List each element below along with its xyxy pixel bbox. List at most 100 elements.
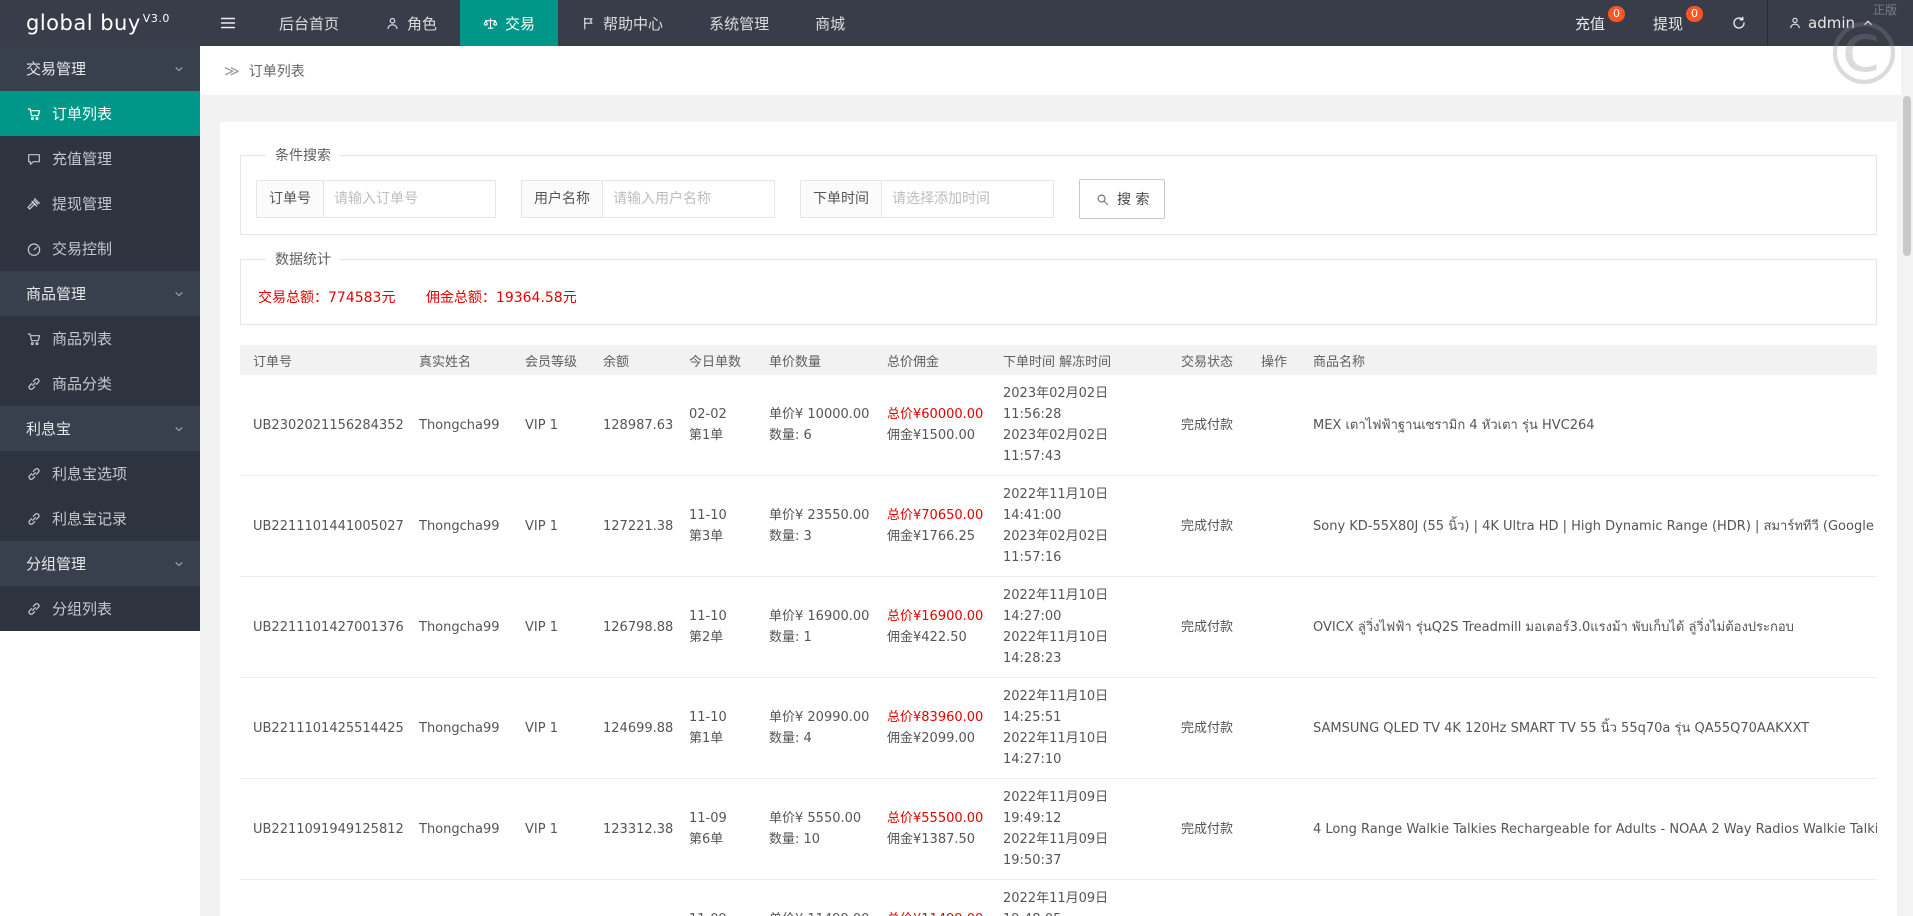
sidebar-item[interactable]: 分组管理 xyxy=(0,541,200,586)
search-field-group: 下单时间 xyxy=(800,180,1054,218)
chevron-down-icon xyxy=(173,558,185,570)
sidebar-item[interactable]: 交易控制 xyxy=(0,226,200,271)
column-header: 交易状态 xyxy=(1168,345,1248,375)
total-commission-cell: 总价¥60000.00 佣金¥1500.00 xyxy=(874,375,990,476)
real-name-cell: Thongcha99 xyxy=(406,778,512,880)
table-row: UB2211101427001376 Thongcha99 VIP 1 1267… xyxy=(240,576,1877,678)
link-icon xyxy=(26,601,42,617)
sidebar-item[interactable]: 订单列表 xyxy=(0,91,200,136)
nav-item[interactable]: 后台首页 xyxy=(256,0,362,46)
withdraw-badge: 0 xyxy=(1686,6,1703,22)
total-commission-cell: 总价¥70650.00 佣金¥1766.25 xyxy=(874,475,990,577)
content-area: 条件搜索 订单号 用户名称 下单时间 xyxy=(200,95,1913,916)
unit-qty-cell: 单价¥ 23550.00 数量: 3 xyxy=(756,475,874,577)
orders-table: 订单号 真实姓名 会员等级 余额 今日单数 单价数量 总价佣金 下单时间 解冻时间 交易状态 操作… xyxy=(240,345,1877,916)
vertical-scrollbar[interactable] xyxy=(1901,46,1913,916)
scrollbar-thumb[interactable] xyxy=(1903,96,1911,256)
refresh-icon xyxy=(1731,15,1747,31)
refresh-button[interactable] xyxy=(1717,0,1761,46)
column-header: 单价数量 xyxy=(756,345,874,375)
sidebar-item[interactable]: 商品列表 xyxy=(0,316,200,361)
column-header: 会员等级 xyxy=(512,345,590,375)
unit-qty-cell: 单价¥ 5550.00 数量: 10 xyxy=(756,778,874,880)
product-name-cell: Vivo V21 5G Ram 8+3GB Rom 256GB 6.44-inc… xyxy=(1300,879,1877,916)
comment-icon xyxy=(26,151,42,167)
product-name-cell: SAMSUNG QLED TV 4K 120Hz SMART TV 55 นิ้… xyxy=(1300,677,1877,779)
search-fields: 订单号 用户名称 下单时间 xyxy=(256,180,1079,218)
status-cell: 完成付款 xyxy=(1168,576,1248,678)
breadcrumb-icon: ≫ xyxy=(224,61,240,80)
total-commission-cell: 总价¥55500.00 佣金¥1387.50 xyxy=(874,778,990,880)
sidebar-item[interactable]: 充值管理 xyxy=(0,136,200,181)
breadcrumb: ≫ 订单列表 xyxy=(200,46,1913,95)
time-cell: 2022年11月10日 14:41:00 2023年02月02日 11:57:16 xyxy=(990,475,1168,577)
balance-cell: 126798.88 xyxy=(590,576,676,678)
today-orders-cell: 11-10 第1单 xyxy=(676,677,756,779)
real-name-cell: Thongcha99 xyxy=(406,475,512,577)
balance-cell: 128987.63 xyxy=(590,375,676,476)
nav-item[interactable]: 帮助中心 xyxy=(558,0,686,46)
withdraw-button[interactable]: 提现 0 xyxy=(1639,0,1717,46)
total-commission-cell: 总价¥83960.00 佣金¥2099.00 xyxy=(874,677,990,779)
today-orders-cell: 11-10 第2单 xyxy=(676,576,756,678)
action-cell xyxy=(1248,879,1300,916)
order-no-cell: UB2211091948051391 xyxy=(240,879,406,916)
sidebar-item[interactable]: 利息宝 xyxy=(0,406,200,451)
sidebar-item[interactable]: 分组列表 xyxy=(0,586,200,631)
time-cell: 2022年11月10日 14:25:51 2022年11月10日 14:27:10 xyxy=(990,677,1168,779)
nav-item[interactable]: 商城 xyxy=(792,0,868,46)
vip-level-cell: VIP 1 xyxy=(512,879,590,916)
order-no-cell: UB2211101427001376 xyxy=(240,576,406,678)
search-input[interactable] xyxy=(324,180,496,218)
recharge-label: 充值 xyxy=(1574,14,1605,33)
search-button[interactable]: 搜 索 xyxy=(1079,179,1166,219)
action-cell xyxy=(1248,475,1300,577)
nav-item[interactable]: 系统管理 xyxy=(686,0,792,46)
search-input[interactable] xyxy=(603,180,775,218)
unit-qty-cell: 单价¥ 16900.00 数量: 1 xyxy=(756,576,874,678)
real-name-cell: Thongcha99 xyxy=(406,879,512,916)
column-header: 余额 xyxy=(590,345,676,375)
chevron-down-icon xyxy=(173,288,185,300)
user-icon xyxy=(385,16,400,31)
sidebar-item[interactable]: 交易管理 xyxy=(0,46,200,91)
column-header: 真实姓名 xyxy=(406,345,512,375)
field-label: 下单时间 xyxy=(800,180,882,218)
gauge-icon xyxy=(26,241,42,257)
nav-item[interactable]: 交易 xyxy=(460,0,559,46)
field-label: 订单号 xyxy=(256,180,324,218)
unit-qty-cell: 单价¥ 20990.00 数量: 4 xyxy=(756,677,874,779)
search-legend: 条件搜索 xyxy=(275,148,331,164)
status-cell: 完成付款 xyxy=(1168,475,1248,577)
sidebar-item[interactable]: 提现管理 xyxy=(0,181,200,226)
search-input[interactable] xyxy=(882,180,1054,218)
withdraw-label: 提现 xyxy=(1652,14,1683,33)
cart-icon xyxy=(26,106,42,122)
time-cell: 2022年11月10日 14:27:00 2022年11月10日 14:28:23 xyxy=(990,576,1168,678)
link-icon xyxy=(26,466,42,482)
sidebar-item[interactable]: 利息宝选项 xyxy=(0,451,200,496)
table-row: UB2211101425514425 Thongcha99 VIP 1 1246… xyxy=(240,677,1877,779)
link-icon xyxy=(26,511,42,527)
order-no-cell: UB2211101425514425 xyxy=(240,677,406,779)
nav-item[interactable]: 角色 xyxy=(362,0,460,46)
sidebar-toggle-button[interactable] xyxy=(200,0,256,46)
hamburger-icon xyxy=(219,14,237,32)
table-row: UB2211091949125812 Thongcha99 VIP 1 1233… xyxy=(240,778,1877,880)
column-header: 总价佣金 xyxy=(874,345,990,375)
product-name-cell: 4 Long Range Walkie Talkies Rechargeable… xyxy=(1300,778,1877,880)
main-nav: 后台首页 角色 交易 帮助中心 系统管理 商城 xyxy=(256,0,868,46)
sidebar-item[interactable]: 利息宝记录 xyxy=(0,496,200,541)
app-version: V3.0 xyxy=(142,12,170,25)
vip-level-cell: VIP 1 xyxy=(512,375,590,476)
cart-icon xyxy=(26,331,42,347)
product-name-cell: Sony KD-55X80J (55 นิ้ว) | 4K Ultra HD |… xyxy=(1300,475,1877,577)
sidebar-item[interactable]: 商品分类 xyxy=(0,361,200,406)
unit-qty-cell: 单价¥ 11499.00数量: 1 xyxy=(756,879,874,916)
recharge-button[interactable]: 充值 0 xyxy=(1561,0,1639,46)
action-cell xyxy=(1248,576,1300,678)
today-orders-cell: 02-02 第1单 xyxy=(676,375,756,476)
user-menu[interactable]: admin xyxy=(1774,0,1889,46)
sidebar-item[interactable]: 商品管理 xyxy=(0,271,200,316)
page-title: 订单列表 xyxy=(248,63,305,80)
